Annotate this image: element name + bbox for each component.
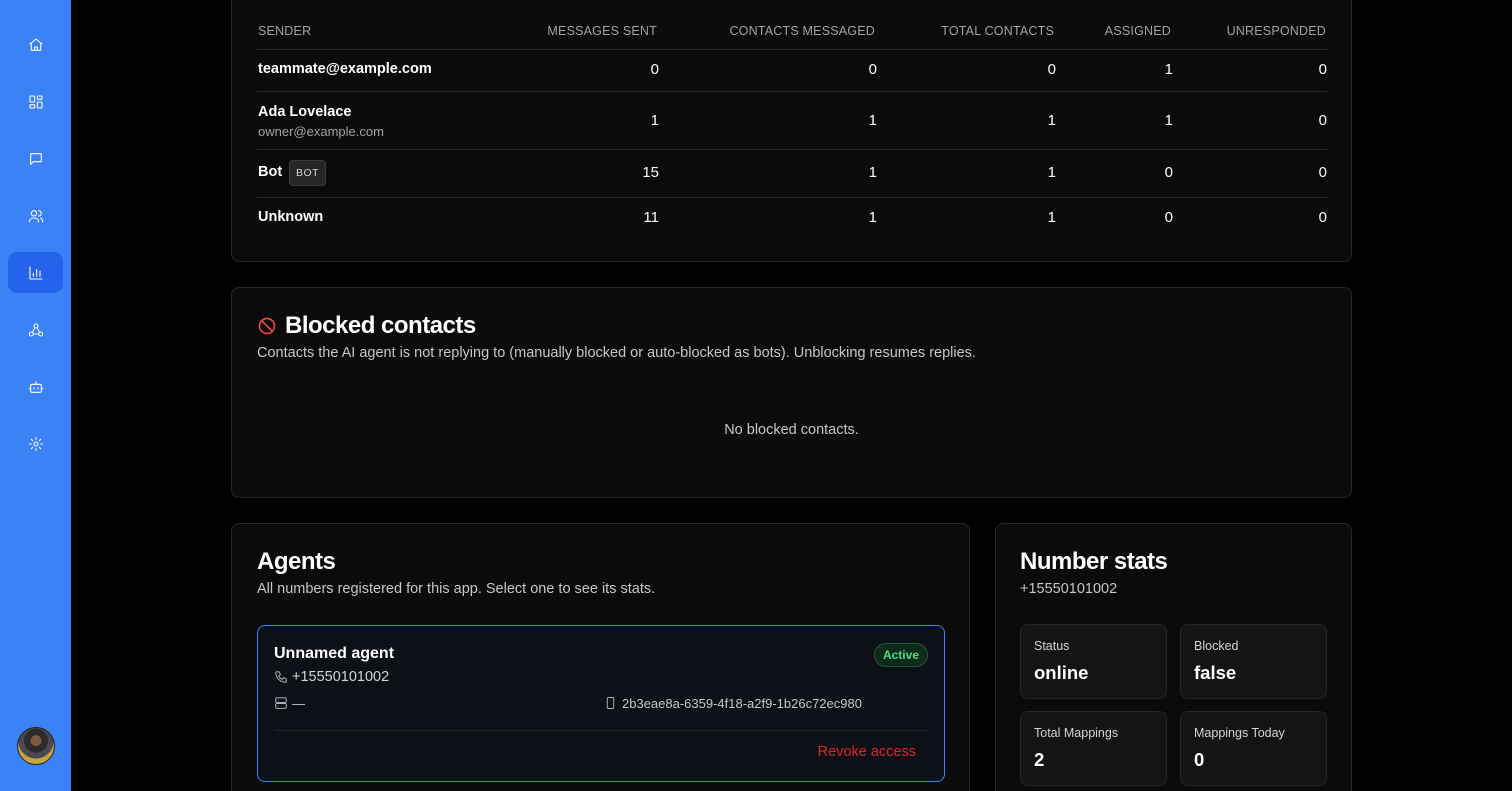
- sidebar-item-integrations[interactable]: [8, 309, 63, 350]
- unresponded: 0: [1318, 61, 1327, 78]
- revoke-access-button[interactable]: Revoke access: [818, 744, 916, 760]
- gear-icon: [28, 436, 43, 451]
- phone-icon: [275, 671, 287, 683]
- col-header-assigned: ASSIGNED: [1104, 24, 1171, 38]
- assigned: 1: [1164, 61, 1173, 78]
- sender-name: Ada Lovelace: [258, 104, 352, 120]
- total-contacts: 1: [1047, 209, 1056, 226]
- sidebar-item-analytics[interactable]: [8, 252, 63, 293]
- stat-status: Status online: [1020, 624, 1167, 699]
- agent-server: —: [292, 696, 305, 711]
- sidebar-item-bots[interactable]: [8, 366, 63, 407]
- status-badge: Active: [873, 643, 928, 667]
- table-row[interactable]: teammate@example.com 0 0 0 1 0: [257, 50, 1327, 92]
- stat-mappings-today: Mappings Today 0: [1180, 711, 1327, 786]
- sidebar-item-messages[interactable]: [8, 138, 63, 179]
- sender-name: Bot: [258, 164, 283, 180]
- blocked-description: Contacts the AI agent is not replying to…: [257, 345, 976, 361]
- chat-icon: [29, 152, 42, 165]
- messages-sent: 0: [650, 61, 659, 78]
- grid-icon: [28, 94, 43, 109]
- senders-table-card: SENDER MESSAGES SENT CONTACTS MESSAGED T…: [231, 0, 1352, 262]
- messages-sent: 15: [642, 164, 659, 181]
- contacts-messaged: 1: [868, 112, 877, 129]
- sidebar-item-dashboard[interactable]: [8, 81, 63, 122]
- assigned: 0: [1164, 209, 1173, 226]
- agent-card[interactable]: Unnamed agent Active +15550101002 — 2b3e…: [257, 625, 945, 782]
- device-icon: [606, 697, 615, 709]
- stat-value: 0: [1194, 749, 1205, 770]
- avatar[interactable]: [17, 727, 55, 765]
- stat-label: Blocked: [1194, 639, 1239, 653]
- sender-name: teammate@example.com: [258, 61, 432, 77]
- bot-icon: [28, 380, 43, 393]
- bot-badge: BOT: [289, 160, 327, 186]
- stat-label: Total Mappings: [1034, 726, 1119, 740]
- stat-value: online: [1034, 662, 1089, 683]
- contacts-messaged: 1: [868, 164, 877, 181]
- stat-value: 2: [1034, 749, 1045, 770]
- sidebar: [0, 0, 71, 791]
- contacts-messaged: 0: [868, 61, 877, 78]
- server-icon: [275, 697, 287, 709]
- stat-total-mappings: Total Mappings 2: [1020, 711, 1167, 786]
- number-stats-phone: +15550101002: [1020, 581, 1118, 597]
- table-row[interactable]: Unknown 11 1 1 0 0: [257, 198, 1327, 240]
- bar-chart-icon: [28, 265, 43, 280]
- stat-value: false: [1194, 662, 1237, 683]
- unresponded: 0: [1318, 164, 1327, 181]
- stat-label: Mappings Today: [1194, 726, 1285, 740]
- agent-name: Unnamed agent: [274, 645, 395, 662]
- blocked-contacts-card: Blocked contacts Contacts the AI agent i…: [231, 287, 1352, 498]
- sidebar-item-settings[interactable]: [8, 423, 63, 464]
- number-stats-card: Number stats +15550101002 Status online …: [995, 523, 1352, 791]
- unresponded: 0: [1318, 209, 1327, 226]
- total-contacts: 0: [1047, 61, 1056, 78]
- number-stats-title: Number stats: [1020, 548, 1168, 575]
- messages-sent: 11: [643, 209, 659, 226]
- blocked-title: Blocked contacts: [285, 312, 476, 339]
- col-header-messages-sent: MESSAGES SENT: [547, 24, 657, 38]
- blocked-empty-state: No blocked contacts.: [724, 422, 859, 438]
- assigned: 0: [1164, 164, 1173, 181]
- table-row[interactable]: Bot BOT 15 1 1 0 0: [257, 150, 1327, 198]
- sidebar-item-home[interactable]: [8, 24, 63, 65]
- agent-device-id: 2b3eae8a-6359-4f18-a2f9-1b26c72ec980: [622, 696, 862, 711]
- divider: [274, 730, 928, 731]
- col-header-sender: SENDER: [258, 24, 312, 38]
- total-contacts: 1: [1047, 164, 1056, 181]
- col-header-unresponded: UNRESPONDED: [1226, 24, 1326, 38]
- stat-blocked: Blocked false: [1180, 624, 1327, 699]
- agents-description: All numbers registered for this app. Sel…: [257, 581, 656, 597]
- unresponded: 0: [1318, 112, 1327, 129]
- agent-phone: +15550101002: [292, 669, 390, 685]
- col-header-total-contacts: TOTAL CONTACTS: [941, 24, 1054, 38]
- table-row[interactable]: Ada Lovelace owner@example.com 1 1 1 1 0: [257, 92, 1327, 150]
- contacts-messaged: 1: [868, 209, 877, 226]
- stat-label: Status: [1034, 639, 1070, 653]
- sender-email: owner@example.com: [258, 124, 384, 139]
- assigned: 1: [1164, 112, 1173, 129]
- home-icon: [28, 37, 43, 51]
- agents-title: Agents: [257, 548, 336, 575]
- messages-sent: 1: [650, 112, 659, 129]
- users-icon: [28, 209, 43, 223]
- ban-icon: [258, 317, 276, 335]
- webhook-icon: [28, 322, 43, 337]
- sender-name: Unknown: [258, 209, 324, 225]
- sidebar-item-contacts[interactable]: [8, 195, 63, 236]
- col-header-contacts-messaged: CONTACTS MESSAGED: [729, 24, 875, 38]
- agents-card: Agents All numbers registered for this a…: [231, 523, 970, 791]
- total-contacts: 1: [1047, 112, 1056, 129]
